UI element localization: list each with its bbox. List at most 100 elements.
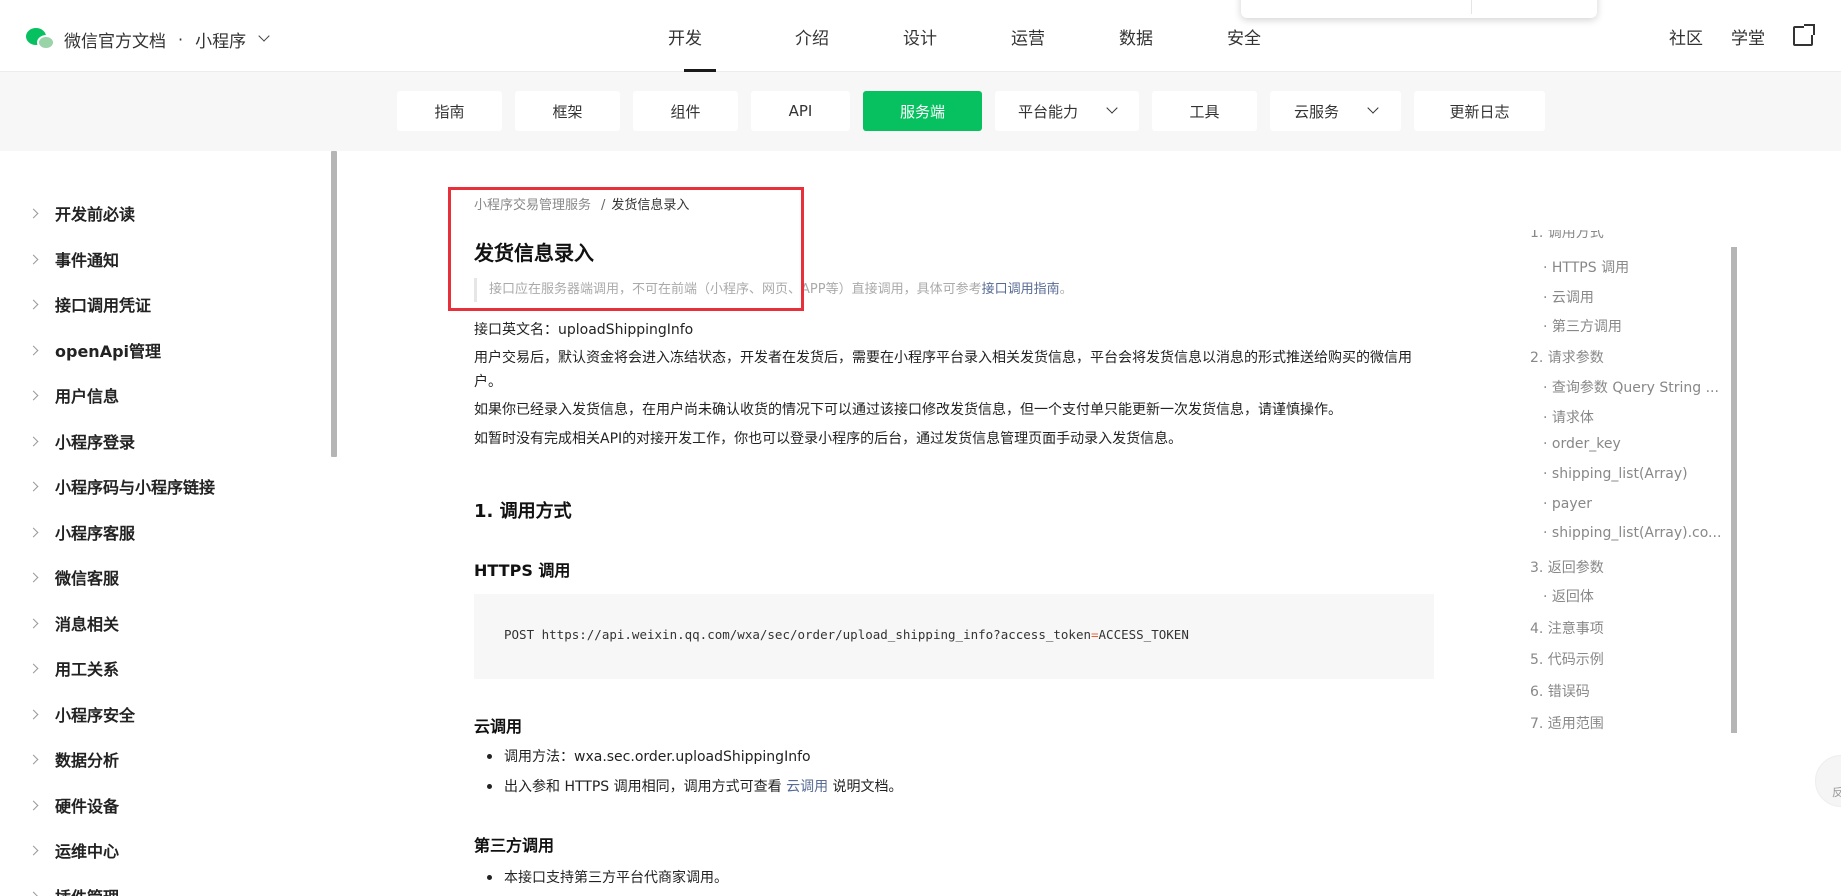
sub-nav-bar: 指南 框架 组件 API 服务端 平台能力 工具 云服务 更新日志 (0, 72, 1841, 151)
toc-item[interactable]: 6. 错误码 (1530, 681, 1590, 701)
topnav-data[interactable]: 数据 (1082, 0, 1190, 72)
toc-item[interactable]: · 请求体 (1543, 407, 1594, 427)
subnav-guide[interactable]: 指南 (397, 91, 502, 131)
sidebar-item[interactable]: 接口调用凭证 (28, 292, 152, 316)
code-block: POST https://api.weixin.qq.com/wxa/sec/o… (474, 594, 1434, 679)
sidebar-item[interactable]: 事件通知 (28, 247, 120, 271)
brand-logo[interactable]: 微信官方文档 · 小程序 (26, 26, 270, 52)
toc-item[interactable]: · order_key (1543, 436, 1621, 452)
toc-item[interactable]: 1. 调用方式 (1530, 230, 1604, 242)
top-nav: 开发 介绍 设计 运营 数据 安全 (650, 0, 1298, 72)
sidebar-item[interactable]: 硬件设备 (28, 793, 120, 817)
chevron-right-icon (28, 208, 39, 218)
chevron-down-icon (1367, 102, 1379, 114)
toc-item[interactable]: 5. 代码示例 (1530, 649, 1604, 669)
toc-item[interactable]: · 返回体 (1543, 586, 1594, 606)
subnav-framework[interactable]: 框架 (515, 91, 620, 131)
community-link[interactable]: 社区 (1669, 24, 1703, 49)
brand-title: 微信官方文档 (64, 31, 166, 52)
sidebar-item[interactable]: 插件管理 (28, 884, 119, 896)
floating-popup (1241, 0, 1597, 18)
toc-scrollbar[interactable] (1731, 247, 1737, 733)
paragraph-2: 如果你已经录入发货信息，在用户尚未确认收货的情况下可以通过该接口修改发货信息，但… (474, 402, 1342, 418)
feedback-label: 反 (1832, 786, 1841, 799)
sidebar-scrollbar[interactable] (331, 151, 337, 457)
external-link-icon[interactable] (1793, 24, 1815, 46)
paragraph-3: 如暂时没有完成相关API的对接开发工作，你也可以登录小程序的后台，通过发货信息管… (474, 431, 1183, 447)
sidebar-item-label: 开发前必读 (55, 205, 136, 224)
chevron-right-icon (28, 572, 39, 582)
sidebar-item[interactable]: 运维中心 (28, 838, 120, 862)
toc-item[interactable]: · 第三方调用 (1543, 316, 1622, 336)
toc-item[interactable]: · shipping_list(Array).co... (1543, 525, 1721, 541)
chevron-right-icon (28, 618, 39, 628)
third-party-heading: 第三方调用 (474, 836, 555, 855)
toc-item[interactable]: 3. 返回参数 (1530, 557, 1604, 577)
sidebar-item[interactable]: 用户信息 (28, 383, 120, 407)
toc-item[interactable]: 2. 请求参数 (1530, 347, 1604, 367)
subnav-cloud-label: 云服务 (1293, 102, 1339, 121)
toc-item[interactable]: 4. 注意事项 (1530, 618, 1604, 638)
topnav-dev[interactable]: 开发 (650, 0, 758, 72)
sidebar-item[interactable]: 微信客服 (28, 565, 120, 589)
table-of-contents: 1. 调用方式 · HTTPS 调用 · 云调用 · 第三方调用 2. 请求参数… (1530, 230, 1730, 732)
chevron-right-icon (28, 709, 39, 719)
toc-item[interactable]: · shipping_list(Array) (1543, 466, 1688, 482)
list-item: 本接口支持第三方平台代商家调用。 (487, 867, 728, 887)
sidebar-item[interactable]: 小程序码与小程序链接 (28, 474, 215, 498)
subnav-tools[interactable]: 工具 (1152, 91, 1257, 131)
chevron-right-icon (28, 754, 39, 764)
toc-item[interactable]: · 查询参数 Query String ... (1543, 377, 1719, 397)
code-line: POST https://api.weixin.qq.com/wxa/sec/o… (504, 627, 1189, 642)
subnav-server[interactable]: 服务端 (863, 91, 982, 131)
sidebar-item-label: 用户信息 (55, 387, 120, 406)
subnav-api[interactable]: API (751, 91, 850, 131)
list-item: 调用方法：wxa.sec.order.uploadShippingInfo (487, 746, 811, 766)
code-equals: = (1091, 627, 1099, 642)
chevron-down-icon[interactable] (258, 30, 270, 42)
sidebar-item[interactable]: openApi管理 (28, 338, 161, 362)
sidebar-item[interactable]: 小程序客服 (28, 520, 135, 544)
product-switcher[interactable]: 小程序 (195, 27, 246, 52)
chevron-right-icon (28, 299, 39, 309)
sidebar-item-label: 微信客服 (55, 569, 120, 588)
code-suffix: ACCESS_TOKEN (1098, 627, 1189, 642)
sidebar-item-label: 硬件设备 (55, 797, 120, 816)
https-heading: HTTPS 调用 (474, 561, 571, 580)
subnav-platform-capability[interactable]: 平台能力 (995, 91, 1139, 131)
chevron-right-icon (28, 527, 39, 537)
academy-link[interactable]: 学堂 (1731, 24, 1765, 49)
feedback-button[interactable]: 反 (1815, 755, 1841, 807)
sidebar-item[interactable]: 小程序登录 (28, 429, 136, 453)
topnav-operation[interactable]: 运营 (974, 0, 1082, 72)
sidebar-item-label: 运维中心 (55, 842, 120, 861)
sidebar-item-label: 小程序登录 (55, 433, 136, 452)
topnav-design[interactable]: 设计 (866, 0, 974, 72)
sidebar-item-label: 接口调用凭证 (55, 296, 152, 315)
sidebar-item[interactable]: 消息相关 (28, 611, 119, 635)
subnav-components[interactable]: 组件 (633, 91, 738, 131)
top-right-links: 社区 学堂 (1669, 0, 1815, 72)
sidebar-item[interactable]: 开发前必读 (28, 201, 136, 225)
toc-item[interactable]: · payer (1543, 496, 1592, 512)
subnav-changelog[interactable]: 更新日志 (1414, 91, 1545, 131)
sidebar-item-label: 用工关系 (55, 660, 120, 679)
brand-separator: · (178, 29, 184, 49)
toc-item[interactable]: 7. 适用范围 (1530, 713, 1604, 732)
sidebar-item[interactable]: 数据分析 (28, 747, 119, 771)
sidebar-item-label: 小程序安全 (55, 706, 136, 725)
toc-item[interactable]: · HTTPS 调用 (1543, 257, 1629, 277)
sidebar-item-label: 事件通知 (55, 251, 120, 270)
left-sidebar: 开发前必读 事件通知 接口调用凭证 openApi管理 用户信息 小程序登录 小… (0, 151, 332, 896)
toc-item[interactable]: · 云调用 (1543, 287, 1594, 307)
list-item: 出入参和 HTTPS 调用相同，调用方式可查看 云调用 说明文档。 (487, 776, 903, 796)
chevron-right-icon (28, 800, 39, 810)
cloud-call-link[interactable]: 云调用 (786, 779, 828, 795)
sidebar-item[interactable]: 小程序安全 (28, 702, 136, 726)
subnav-cloud[interactable]: 云服务 (1270, 91, 1401, 131)
note-link[interactable]: 接口调用指南 (982, 282, 1060, 297)
sidebar-item-label: 插件管理 (55, 884, 119, 896)
bullet-text: 出入参和 HTTPS 调用相同，调用方式可查看 (504, 779, 787, 795)
topnav-intro[interactable]: 介绍 (758, 0, 866, 72)
sidebar-item[interactable]: 用工关系 (28, 656, 120, 680)
